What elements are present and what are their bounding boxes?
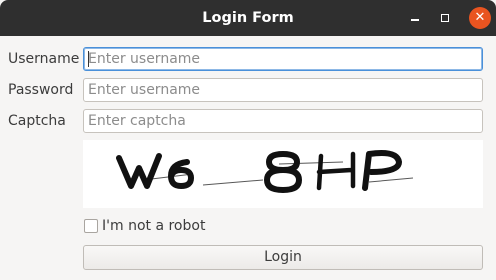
password-label: Password (8, 82, 74, 98)
captcha-image (83, 140, 483, 208)
username-placeholder: Enter username (88, 51, 201, 67)
captcha-label: Captcha (8, 113, 66, 129)
captcha-image-graphic (116, 150, 414, 193)
robot-checkbox-label[interactable]: I'm not a robot (102, 216, 205, 236)
maximize-icon[interactable] (433, 6, 457, 30)
close-icon[interactable]: ✕ (469, 7, 491, 29)
login-button[interactable]: Login (83, 245, 483, 270)
robot-checkbox[interactable] (84, 219, 98, 233)
captcha-field[interactable]: Enter captcha (83, 109, 483, 133)
title-bar[interactable]: Login Form ✕ (0, 0, 496, 36)
login-window: Login Form ✕ Username Enter username Pas… (0, 0, 496, 280)
username-label: Username (8, 51, 80, 67)
minimize-icon[interactable] (403, 6, 427, 30)
captcha-placeholder: Enter captcha (88, 113, 186, 129)
password-placeholder: Enter username (88, 82, 201, 98)
text-caret (88, 51, 89, 67)
password-field[interactable]: Enter username (83, 78, 483, 102)
username-field[interactable]: Enter username (83, 47, 483, 71)
